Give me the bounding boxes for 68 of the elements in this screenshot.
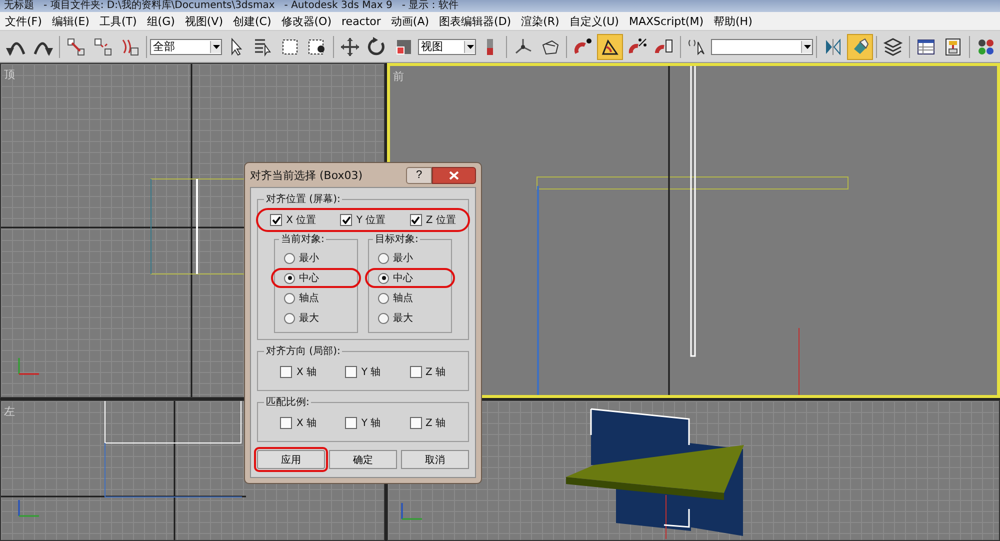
radio-button[interactable]: 中心: [271, 268, 361, 288]
help-button[interactable]: ?: [406, 166, 432, 184]
checkbox[interactable]: X 轴: [280, 416, 316, 430]
viewport-label: 前: [393, 69, 404, 84]
dropdown[interactable]: 视图: [418, 38, 476, 54]
angle-snap-icon: [600, 36, 620, 56]
rectangle-select-icon: [280, 36, 300, 56]
dropdown[interactable]: 全部: [150, 38, 222, 54]
dialog-button[interactable]: 确定: [329, 450, 397, 469]
menu-item[interactable]: 图表编辑器(D): [434, 14, 516, 28]
link-icon: [66, 36, 86, 56]
unlink-icon: [93, 36, 113, 56]
table-icon: [916, 36, 936, 56]
radio-button[interactable]: 最大: [279, 308, 353, 328]
toolbar-button[interactable]: [597, 34, 623, 60]
menu-item[interactable]: 动画(A): [386, 14, 434, 28]
checkbox[interactable]: Z 轴: [410, 365, 446, 379]
group-title: 对齐方向 (局部):: [265, 344, 342, 358]
radio-button[interactable]: 轴点: [279, 288, 353, 308]
dialog-button[interactable]: 应用: [257, 450, 325, 469]
radio-button[interactable]: 最小: [279, 248, 353, 268]
check-icon: [411, 216, 420, 224]
dialog-title: 对齐当前选择 (Box03): [250, 168, 363, 182]
close-icon: [449, 170, 459, 180]
checkbox[interactable]: X 轴: [280, 365, 316, 379]
dialog-button[interactable]: 取消: [401, 450, 469, 469]
check-icon: [272, 216, 281, 224]
window-select-icon: [307, 36, 327, 56]
menu-item[interactable]: 修改器(O): [276, 14, 337, 28]
layers-icon: [883, 36, 903, 56]
material-spheres-icon: [976, 36, 996, 56]
menu-item[interactable]: 帮助(H): [708, 14, 758, 28]
percent-snap-icon: [627, 36, 647, 56]
checkbox[interactable]: X 位置: [270, 213, 316, 227]
checkbox[interactable]: Y 轴: [345, 416, 381, 430]
checkbox[interactable]: Y 轴: [345, 365, 381, 379]
menu-item[interactable]: 渲染(R): [516, 14, 564, 28]
checkbox[interactable]: Z 位置: [410, 213, 456, 227]
group-title: 对齐位置 (屏幕):: [265, 192, 342, 206]
checkbox[interactable]: Y 位置: [340, 213, 386, 227]
menu-item[interactable]: 自定义(U): [564, 14, 624, 28]
menu-item[interactable]: 工具(T): [94, 14, 142, 28]
viewport-label: 顶: [4, 67, 15, 82]
viewport[interactable]: [387, 400, 1000, 541]
checkbox[interactable]: Z 轴: [410, 416, 446, 430]
group-title: 当前对象:: [280, 232, 326, 246]
dropdown[interactable]: [711, 38, 813, 54]
rotate-icon: [367, 36, 387, 56]
radio-button[interactable]: 中心: [365, 268, 455, 288]
viewport-label: 左: [4, 404, 15, 419]
menu-item[interactable]: 视图(V): [180, 14, 228, 28]
caret-icon: [464, 40, 475, 52]
caret-icon: [210, 40, 221, 52]
pivot-axes-icon: [513, 36, 533, 56]
mirror-icon: [823, 36, 843, 56]
menu-item[interactable]: 创建(C): [228, 14, 276, 28]
magnet-icon: [573, 36, 593, 56]
schematic-icon: [943, 36, 963, 56]
move-icon: [340, 36, 360, 56]
caret-icon: [801, 40, 812, 52]
select-list-icon: [253, 36, 273, 56]
menu-item[interactable]: 文件(F): [0, 14, 47, 28]
menu-item[interactable]: reactor: [336, 14, 386, 28]
menu-item[interactable]: 编辑(E): [46, 14, 94, 28]
check-icon: [342, 216, 351, 224]
menu-item[interactable]: 组(G): [142, 14, 180, 28]
close-button[interactable]: [432, 166, 476, 184]
menu-item[interactable]: MAXScript(M): [624, 14, 708, 28]
